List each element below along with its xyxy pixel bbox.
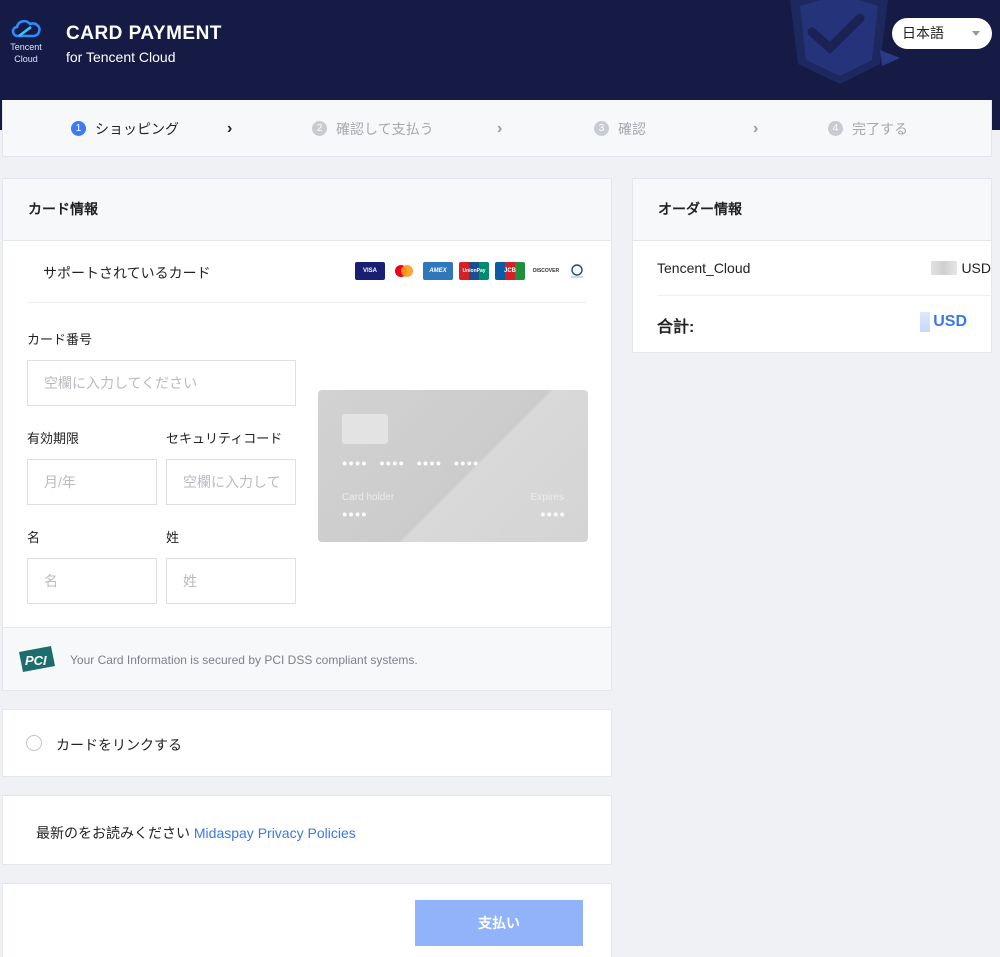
step-shopping: 1 ショッピング	[71, 100, 179, 157]
language-value: 日本語	[902, 25, 944, 41]
step-number: 2	[312, 121, 327, 136]
chevron-right-icon: ›	[753, 120, 759, 137]
redacted-amount	[931, 261, 958, 275]
first-name-label: 名	[27, 530, 41, 545]
step-confirm-pay: 2 確認して支払う	[312, 100, 434, 157]
visa-icon: VISA	[355, 262, 385, 280]
shield-check-icon	[790, 0, 900, 84]
card-number-mask: ●●●● ●●●● ●●●● ●●●●	[342, 458, 480, 468]
expiry-label: 有効期限	[27, 431, 80, 446]
pci-logo-icon: PCI	[19, 646, 55, 672]
step-label: 確認して支払う	[336, 120, 434, 137]
supported-cards-label: サポートされているカード	[43, 265, 211, 281]
pci-notice-text: Your Card Information is secured by PCI …	[70, 653, 418, 667]
total-currency: USD	[933, 313, 967, 330]
chevron-right-icon: ›	[497, 120, 503, 137]
link-card-panel: カードをリンクする	[2, 709, 612, 777]
page-title: CARD PAYMENT	[66, 23, 222, 44]
expiry-input[interactable]	[27, 459, 157, 505]
step-number: 1	[71, 121, 86, 136]
logo-text-line1: Tencent	[10, 42, 42, 52]
card-number-input[interactable]	[27, 360, 296, 406]
tencent-cloud-logo: Tencent Cloud	[6, 16, 46, 64]
pay-panel: 支払い	[2, 883, 612, 957]
step-confirm: 3 確認	[594, 100, 646, 157]
card-holder-label: Card holder	[342, 492, 395, 503]
security-code-label: セキュリティコード	[166, 431, 283, 446]
order-info-heading: オーダー情報	[633, 179, 991, 241]
supported-cards-row: サポートされているカード VISA AMEX UnionPay JCB DISC…	[27, 241, 587, 303]
mastercard-icon	[391, 262, 417, 280]
unionpay-icon: UnionPay	[459, 262, 489, 280]
total-value: USD	[920, 312, 967, 332]
order-item-name: Tencent_Cloud	[657, 260, 751, 276]
svg-text:PCI: PCI	[25, 653, 47, 668]
pay-button[interactable]: 支払い	[415, 900, 583, 946]
step-label: ショッピング	[95, 120, 179, 137]
cloud-icon	[11, 19, 41, 38]
step-label: 確認	[618, 120, 646, 137]
progress-steps: 1 ショッピング › 2 確認して支払う › 3 確認 › 4 完了する	[2, 100, 992, 157]
privacy-prefix: 最新のをお読みください	[36, 825, 190, 841]
card-holder-mask: ●●●●	[342, 509, 368, 519]
card-expires-label: Expires	[530, 492, 564, 503]
card-expires-mask: ●●●●	[540, 509, 566, 519]
first-name-input[interactable]	[27, 558, 157, 604]
last-name-label: 姓	[166, 530, 180, 545]
pci-notice: PCI Your Card Information is secured by …	[3, 627, 611, 690]
card-brand-list: VISA AMEX UnionPay JCB DISCOVER	[355, 262, 587, 280]
step-complete: 4 完了する	[828, 100, 908, 157]
order-info-panel: オーダー情報 Tencent_Cloud USD 合計: USD	[632, 178, 992, 353]
step-number: 4	[828, 121, 843, 136]
card-info-panel: カード情報 サポートされているカード VISA AMEX UnionPay JC…	[2, 178, 612, 691]
last-name-input[interactable]	[166, 558, 296, 604]
order-item-row: Tencent_Cloud USD	[657, 241, 991, 296]
privacy-text: 最新のをお読みください Midaspay Privacy Policies	[36, 823, 356, 843]
step-number: 3	[594, 121, 609, 136]
privacy-panel: 最新のをお読みください Midaspay Privacy Policies	[2, 795, 612, 865]
card-number-label: カード番号	[27, 332, 93, 347]
amex-icon: AMEX	[423, 262, 453, 280]
chevron-right-icon: ›	[227, 120, 233, 137]
redacted-total	[920, 312, 931, 332]
logo-text-line2: Cloud	[14, 54, 38, 64]
diners-club-icon	[567, 262, 587, 280]
link-card-label: カードをリンクする	[56, 737, 182, 753]
step-label: 完了する	[852, 120, 908, 137]
page-subtitle: for Tencent Cloud	[66, 49, 176, 65]
jcb-icon: JCB	[495, 262, 525, 280]
language-select[interactable]: 日本語	[892, 18, 992, 49]
card-preview: ●●●● ●●●● ●●●● ●●●● Card holder Expires …	[318, 390, 588, 542]
privacy-policy-link[interactable]: Midaspay Privacy Policies	[194, 825, 356, 841]
total-label: 合計:	[657, 319, 695, 336]
caret-down-icon	[972, 31, 980, 36]
order-item-currency: USD	[961, 260, 991, 276]
link-card-radio[interactable]	[26, 735, 42, 751]
discover-icon: DISCOVER	[531, 262, 561, 280]
card-chip	[342, 414, 388, 444]
card-info-heading: カード情報	[3, 179, 611, 241]
order-item-price: USD	[931, 260, 991, 276]
security-code-input[interactable]	[166, 459, 296, 505]
